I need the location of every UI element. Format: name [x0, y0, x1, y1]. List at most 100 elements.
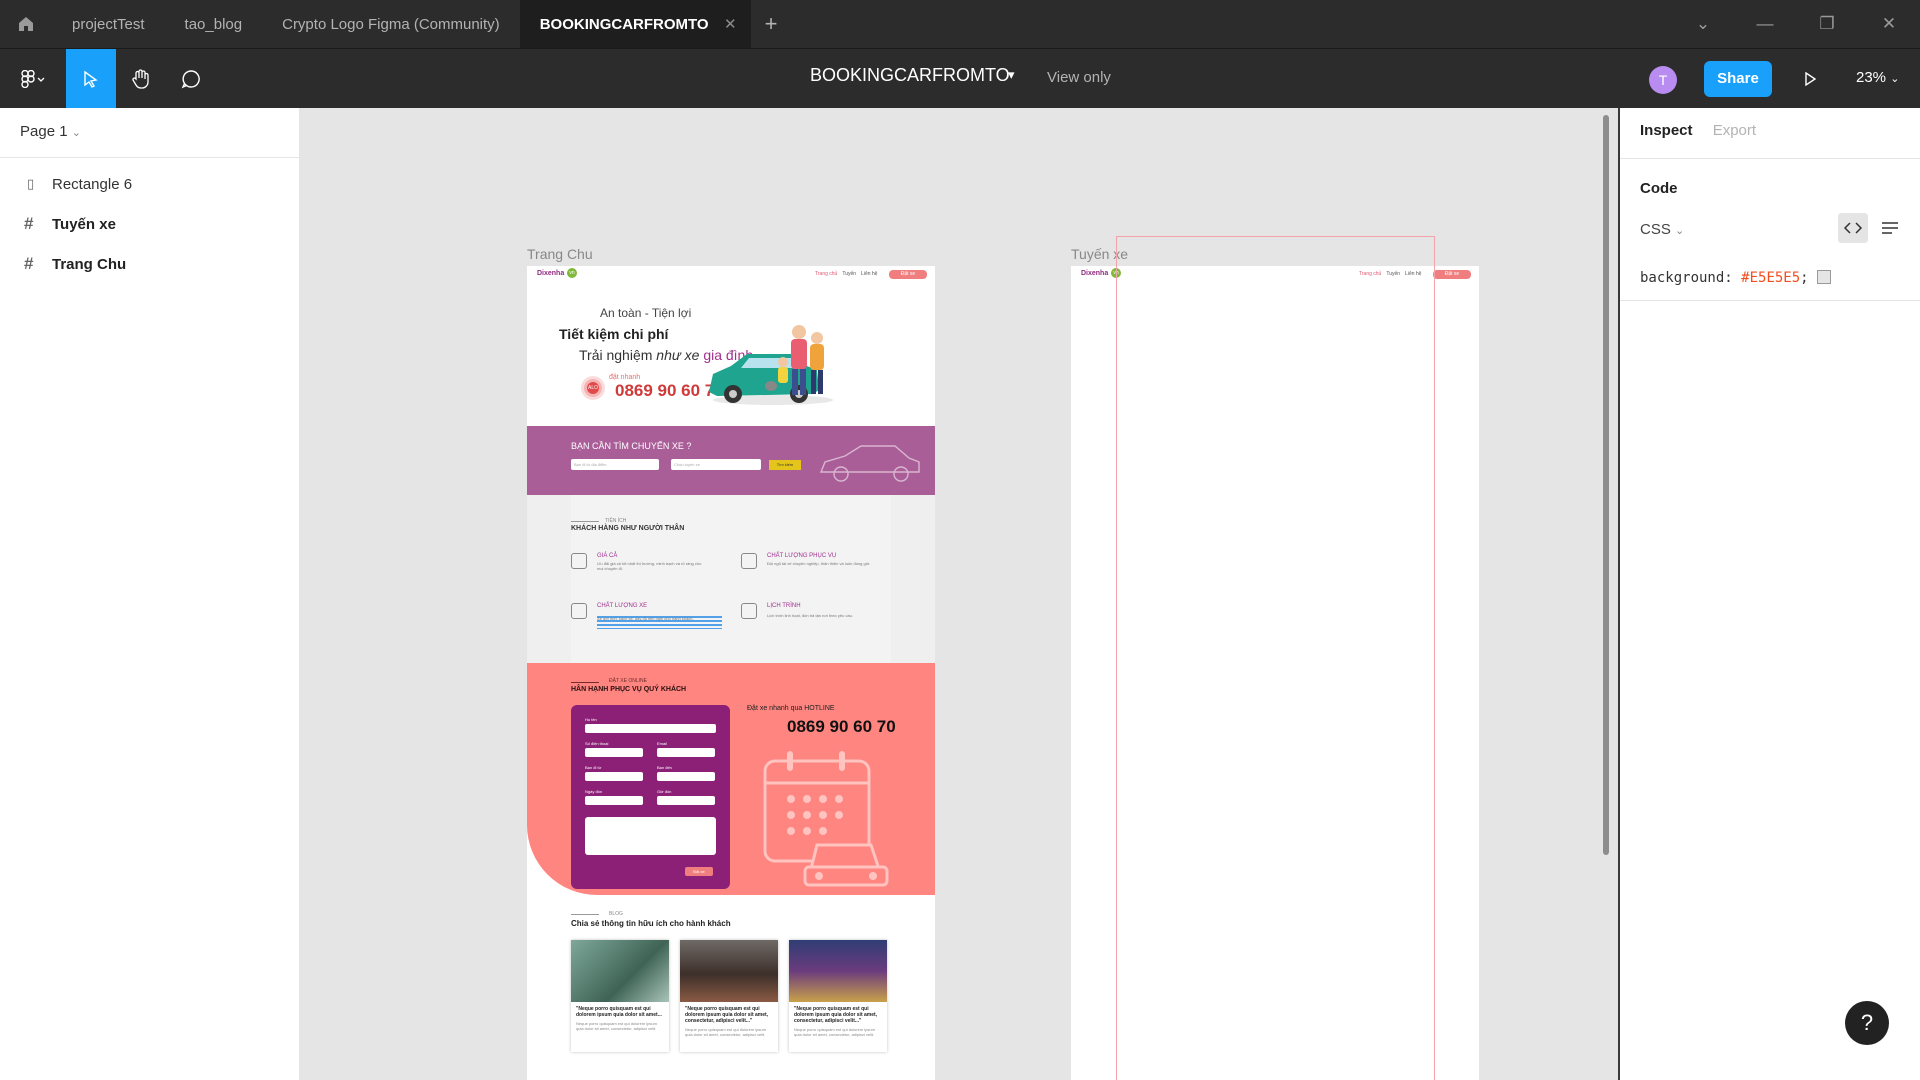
search-from-field: Bạn đi từ địa điểm — [571, 459, 659, 470]
date-field — [585, 796, 643, 805]
selection-outline-top — [1116, 236, 1435, 237]
hero-line-3-b: như xe — [656, 347, 704, 363]
from-field — [585, 772, 643, 781]
feature-text: Xe đời mới, sạch sẽ, đầy đủ tiện nghi ch… — [597, 616, 694, 621]
code-language: CSS — [1640, 221, 1671, 238]
tab-bar: projectTest tao_blog Crypto Logo Figma (… — [0, 0, 1920, 48]
schedule-icon — [741, 603, 757, 619]
layers-panel: Page 1 ⌄ ▯ Rectangle 6 # Tuyến xe # Tran… — [0, 108, 300, 1080]
layer-name: Trang Chu — [52, 255, 127, 273]
tab-inspect[interactable]: Inspect — [1640, 122, 1693, 139]
nav-link: Tuyến — [1386, 271, 1401, 277]
to-field — [657, 772, 715, 781]
layer-rectangle-6[interactable]: ▯ Rectangle 6 — [0, 164, 299, 204]
figma-logo-icon — [21, 70, 45, 88]
css-property-name: background: — [1640, 270, 1742, 286]
share-button[interactable]: Share — [1704, 61, 1772, 97]
blog-title: Chia sẻ thông tin hữu ích cho hành khách — [571, 919, 731, 928]
code-view-button[interactable] — [1838, 213, 1868, 243]
frame-trang-chu[interactable]: Dixenha vn Trang chủ Tuyến Liên hệ Đặt xe … — [527, 266, 935, 1080]
comment-tool-button[interactable] — [166, 49, 216, 109]
avatar[interactable]: T — [1649, 66, 1677, 94]
question-icon: ? — [1860, 1010, 1874, 1035]
help-button[interactable]: ? — [1845, 1001, 1889, 1045]
comment-icon — [181, 70, 200, 89]
new-tab-button[interactable]: + — [751, 11, 792, 37]
search-title: BẠN CẦN TÌM CHUYẾN XE ? — [571, 441, 692, 451]
restore-icon[interactable]: ❐ — [1796, 14, 1858, 34]
zoom-control[interactable]: 23% ⌄ — [1856, 69, 1899, 86]
home-button[interactable] — [0, 0, 52, 48]
field-label: Họ tên — [585, 717, 597, 722]
canvas[interactable]: Trang Chu Tuyến xe Dixenha vn Trang chủ T… — [301, 108, 1618, 1080]
booking-submit-button: Đặt xe — [685, 867, 713, 876]
site-navbar: Dixenha vn Trang chủTuyếnLiên hệ Đặt xe — [527, 266, 935, 282]
field-label: Giờ đón — [657, 789, 672, 794]
canvas-scrollbar[interactable] — [1603, 115, 1609, 855]
phone-field — [585, 748, 643, 757]
tab-label: projectTest — [72, 15, 145, 33]
frame-label-trang-chu[interactable]: Trang Chu — [527, 246, 593, 262]
main-menu-button[interactable] — [10, 49, 56, 109]
tab-tao-blog[interactable]: tao_blog — [165, 0, 263, 48]
hand-tool-button[interactable] — [116, 49, 166, 109]
service-icon — [741, 553, 757, 569]
code-language-select[interactable]: CSS ⌄ — [1640, 221, 1684, 238]
document-title[interactable]: BOOKINGCARFROMTO — [810, 65, 1010, 86]
calendar-car-illustration — [763, 751, 889, 887]
page-name: Page 1 — [20, 123, 68, 140]
site-nav-links: Trang chủ Tuyến Liên hệ — [815, 271, 877, 277]
css-property-end: ; — [1800, 270, 1809, 286]
blog-card-quote: "Neque porro quisquam est qui dolorem ip… — [685, 1006, 769, 1024]
layer-name: Rectangle 6 — [52, 175, 133, 193]
chevron-down-icon[interactable]: ▾ — [1008, 67, 1015, 83]
section-divider — [571, 521, 599, 522]
frame-label-tuyen-xe[interactable]: Tuyến xe — [1071, 246, 1128, 262]
tab-bookingcarfromto[interactable]: BOOKINGCARFROMTO ✕ — [519, 0, 751, 48]
tab-export[interactable]: Export — [1713, 122, 1756, 139]
layer-trang-chu[interactable]: # Trang Chu — [0, 244, 299, 284]
name-field — [585, 724, 716, 733]
price-icon — [571, 553, 587, 569]
site-nav-cta: Đặt xe — [889, 270, 927, 279]
site-nav-links: Trang chủ Tuyến Liên hệ — [1359, 271, 1421, 277]
field-label: Bạn đến — [657, 765, 672, 770]
list-view-button[interactable] — [1876, 213, 1906, 243]
tab-label: Crypto Logo Figma (Community) — [282, 15, 500, 33]
close-icon[interactable]: ✕ — [724, 15, 737, 33]
frame-icon: # — [24, 214, 34, 233]
blog-card: "Neque porro quisquam est qui dolorem ip… — [571, 940, 669, 1052]
chevron-down-icon[interactable]: ⌄ — [1672, 14, 1734, 34]
blog-card-body: Neque porro quisquam est qui dolorem ips… — [576, 1021, 657, 1031]
selection-outline-left — [1116, 236, 1117, 1080]
chevron-down-icon: ⌄ — [71, 127, 81, 139]
feature-text: Đội ngũ tài xế chuyên nghiệp, thân thiện… — [767, 561, 871, 566]
close-window-icon[interactable]: ✕ — [1858, 14, 1920, 34]
divider — [1620, 300, 1920, 301]
move-tool-button[interactable] — [66, 49, 116, 109]
section-divider — [571, 914, 599, 915]
site-navbar: Dixenha vn Trang chủTuyếnLiên hệ Đặt xe — [1071, 266, 1479, 282]
tab-crypto-logo[interactable]: Crypto Logo Figma (Community) — [262, 0, 520, 48]
blog-card: "Neque porro quisquam est qui dolorem ip… — [789, 940, 887, 1052]
nav-link: Trang chủ — [1359, 271, 1382, 277]
blog-card-body: Neque porro quisquam est qui dolorem ips… — [685, 1027, 766, 1037]
features-title: KHÁCH HÀNG NHƯ NGƯỜI THÂN — [571, 525, 685, 532]
layer-tuyen-xe[interactable]: # Tuyến xe — [0, 204, 299, 244]
plus-icon: + — [764, 11, 778, 36]
toolbar: BOOKINGCARFROMTO ▾ View only T Share 23%… — [0, 48, 1920, 109]
present-button[interactable] — [1796, 65, 1824, 93]
nav-link: Liên hệ — [861, 271, 878, 277]
blog-card: "Neque porro quisquam est qui dolorem ip… — [680, 940, 778, 1052]
nav-link: Liên hệ — [1405, 271, 1422, 277]
page-selector[interactable]: Page 1 ⌄ — [0, 108, 299, 158]
booking-section: ĐẶT XE ONLINE HÂN HẠNH PHỤC VỤ QUÝ KHÁCH… — [527, 663, 935, 895]
list-icon — [1882, 222, 1898, 234]
section-divider — [571, 682, 599, 683]
site-logo: Dixenha — [1081, 270, 1109, 277]
frame-tuyen-xe[interactable]: Dixenha vn Trang chủTuyếnLiên hệ Đặt xe — [1071, 266, 1479, 1080]
blog-image — [789, 940, 887, 1002]
hand-icon — [132, 69, 149, 89]
tab-projecttest[interactable]: projectTest — [52, 0, 165, 48]
minimize-icon[interactable]: — — [1734, 14, 1796, 34]
